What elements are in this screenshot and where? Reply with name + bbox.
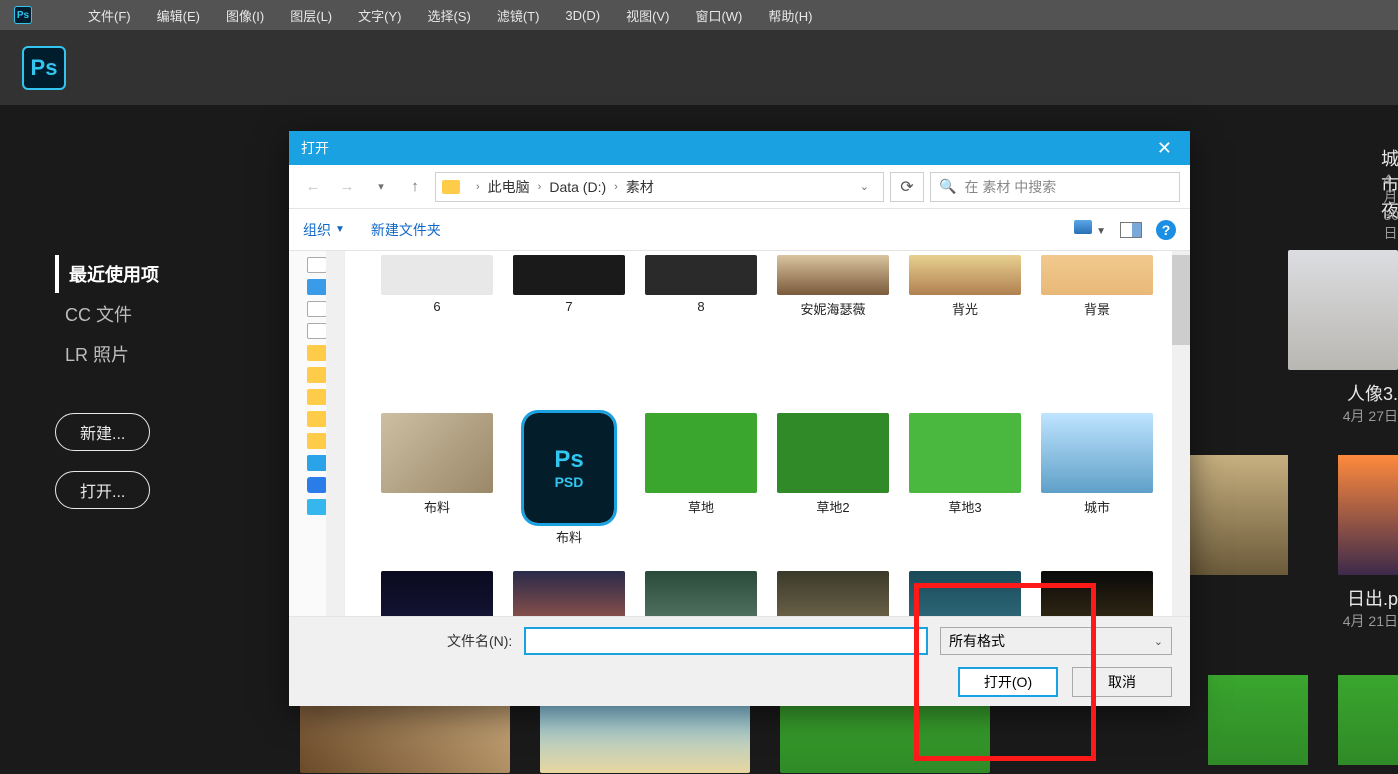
file-item[interactable]: 6 [373, 255, 501, 413]
menu-select[interactable]: 选择(S) [417, 2, 480, 29]
file-item[interactable]: 草地3 [901, 413, 1029, 571]
breadcrumb-folder[interactable]: 素材 [626, 177, 654, 197]
psd-label: PSD [555, 474, 584, 490]
bottom-thumb-2[interactable] [780, 695, 990, 773]
file-grid: 6 7 8 安妮海瑟薇 背光 背景 布料 Ps PSD 布料 草地 草地2 草地… [345, 251, 1190, 616]
home-sidebar: 最近使用项 CC 文件 LR 照片 新建... 打开... [55, 255, 169, 509]
file-item[interactable]: 窗边 [901, 571, 1029, 616]
search-placeholder: 在 素材 中搜索 [964, 177, 1056, 197]
dialog-titlebar[interactable]: 打开 ✕ [289, 131, 1190, 165]
menu-edit[interactable]: 编辑(E) [147, 2, 210, 29]
menu-image[interactable]: 图像(I) [216, 2, 274, 29]
recent-thumb-2a[interactable] [1188, 455, 1288, 575]
file-item[interactable]: 背景 [1033, 255, 1161, 413]
sidebar-item-cc-files[interactable]: CC 文件 [55, 295, 169, 333]
recent-date-0: 4月 30日 [1383, 171, 1398, 243]
menu-file[interactable]: 文件(F) [78, 2, 141, 29]
menu-3d[interactable]: 3D(D) [555, 4, 610, 27]
file-format-select[interactable]: 所有格式 ⌄ [940, 627, 1172, 655]
breadcrumb-pc[interactable]: 此电脑 [488, 177, 530, 197]
chevron-down-icon: ⌄ [1154, 635, 1163, 648]
nav-tree-scrollbar[interactable] [326, 251, 344, 616]
menu-layer[interactable]: 图层(L) [280, 2, 342, 29]
ps-logo-menubar-icon: Ps [14, 6, 32, 24]
recent-thumb-grass2[interactable] [1338, 675, 1398, 765]
recent-date-2: 4月 21日 [1308, 611, 1398, 631]
menu-type[interactable]: 文字(Y) [348, 2, 411, 29]
file-item[interactable]: 城市夜景 [373, 571, 501, 616]
recent-title-2: 日出.p [1308, 585, 1398, 611]
file-item[interactable]: 灯光2 [1033, 571, 1161, 616]
file-item[interactable]: 8 [637, 255, 765, 413]
file-item[interactable]: 7 [505, 255, 633, 413]
address-bar[interactable]: › 此电脑 › Data (D:) › 素材 ⌄ [435, 172, 884, 202]
search-icon: 🔍 [939, 178, 956, 195]
dialog-body: 6 7 8 安妮海瑟薇 背光 背景 布料 Ps PSD 布料 草地 草地2 草地… [289, 251, 1190, 616]
menu-help[interactable]: 帮助(H) [758, 2, 822, 29]
recent-date-1: 4月 27日 [1188, 406, 1398, 426]
chevron-down-icon[interactable]: ⌄ [852, 180, 877, 193]
open-button[interactable]: 打开... [55, 471, 150, 509]
file-item[interactable]: 城市 [1033, 413, 1161, 571]
bottom-thumb-0[interactable] [300, 695, 510, 773]
folder-icon [442, 180, 460, 194]
file-item[interactable]: 窗边 (2) [769, 571, 897, 616]
chevron-right-icon: › [468, 181, 488, 193]
file-item[interactable]: 背光 [901, 255, 1029, 413]
recent-thumb-grass1[interactable] [1208, 675, 1308, 765]
bottom-thumb-1[interactable] [540, 695, 750, 773]
close-icon[interactable]: ✕ [1151, 138, 1178, 159]
nav-back-button[interactable]: ← [299, 173, 327, 201]
sidebar-item-recent[interactable]: 最近使用项 [55, 255, 169, 293]
recent-title-1: 人像3. [1188, 380, 1398, 406]
file-item[interactable]: 草地 [637, 413, 765, 571]
preview-pane-button[interactable] [1120, 222, 1142, 238]
chevron-right-icon: › [606, 181, 626, 193]
refresh-button[interactable]: ⟳ [890, 172, 924, 202]
nav-tree[interactable] [289, 251, 345, 616]
file-item[interactable]: 安妮海瑟薇 [769, 255, 897, 413]
nav-up-button[interactable]: ↑ [401, 173, 429, 201]
search-input[interactable]: 🔍 在 素材 中搜索 [930, 172, 1180, 202]
nav-history-button[interactable]: ▾ [367, 173, 395, 201]
file-item[interactable]: 窗 [637, 571, 765, 616]
ps-badge-icon: Ps [554, 446, 583, 474]
open-file-button[interactable]: 打开(O) [958, 667, 1058, 697]
new-button[interactable]: 新建... [55, 413, 150, 451]
open-dialog: 打开 ✕ ← → ▾ ↑ › 此电脑 › Data (D:) › 素材 ⌄ ⟳ … [289, 131, 1190, 706]
menu-filter[interactable]: 滤镜(T) [487, 2, 550, 29]
help-icon[interactable]: ? [1156, 220, 1176, 240]
new-folder-button[interactable]: 新建文件夹 [371, 220, 441, 240]
file-item[interactable]: 草地2 [769, 413, 897, 571]
chevron-down-icon: ▼ [335, 224, 345, 235]
file-item[interactable]: 船 [505, 571, 633, 616]
chevron-right-icon: › [530, 181, 550, 193]
view-mode-button[interactable]: ▼ [1074, 220, 1106, 239]
organize-button[interactable]: 组织 ▼ [303, 220, 345, 240]
dialog-command-row: 组织 ▼ 新建文件夹 ▼ ? [289, 209, 1190, 251]
recent-thumb-1[interactable] [1288, 250, 1398, 370]
file-grid-scrollbar[interactable] [1172, 251, 1190, 616]
breadcrumb-drive[interactable]: Data (D:) [549, 179, 606, 195]
dialog-footer: 文件名(N): 所有格式 ⌄ 打开(O) 取消 [289, 616, 1190, 706]
file-item[interactable]: 布料 [373, 413, 501, 571]
filename-label: 文件名(N): [307, 631, 512, 651]
sidebar-item-lr-photos[interactable]: LR 照片 [55, 335, 169, 373]
dialog-nav-row: ← → ▾ ↑ › 此电脑 › Data (D:) › 素材 ⌄ ⟳ 🔍 在 素… [289, 165, 1190, 209]
options-bar: Ps [0, 30, 1398, 105]
filename-input[interactable] [524, 627, 928, 655]
file-item-selected[interactable]: Ps PSD 布料 [505, 413, 633, 571]
menu-window[interactable]: 窗口(W) [685, 2, 752, 29]
menu-view[interactable]: 视图(V) [616, 2, 679, 29]
cancel-button[interactable]: 取消 [1072, 667, 1172, 697]
app-menubar: Ps 文件(F) 编辑(E) 图像(I) 图层(L) 文字(Y) 选择(S) 滤… [0, 0, 1398, 30]
ps-logo-icon: Ps [22, 46, 66, 90]
recent-thumb-2b[interactable] [1338, 455, 1398, 575]
dialog-title: 打开 [301, 138, 329, 158]
nav-forward-button[interactable]: → [333, 173, 361, 201]
